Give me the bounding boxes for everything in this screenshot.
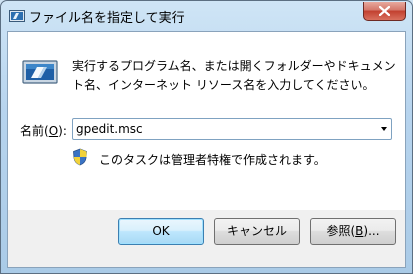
open-combobox[interactable]: gpedit.msc bbox=[72, 118, 392, 140]
instruction-text: 実行するプログラム名、または開くフォルダーやドキュメント名、インターネット リソ… bbox=[72, 59, 396, 92]
uac-shield-icon bbox=[73, 148, 87, 166]
open-label: 名前(O): bbox=[20, 122, 67, 139]
content-area: 実行するプログラム名、または開くフォルダーやドキュメント名、インターネット リソ… bbox=[8, 32, 405, 210]
cancel-button-label: キャンセル bbox=[226, 224, 287, 238]
dropdown-arrow-icon[interactable] bbox=[381, 127, 387, 131]
run-icon bbox=[9, 10, 25, 22]
close-icon bbox=[379, 6, 390, 16]
close-button[interactable] bbox=[363, 2, 406, 21]
open-input[interactable]: gpedit.msc bbox=[76, 122, 143, 136]
dialog-body: 実行するプログラム名、または開くフォルダーやドキュメント名、インターネット リソ… bbox=[7, 31, 406, 268]
ok-button[interactable]: OK bbox=[118, 218, 204, 245]
run-icon bbox=[22, 60, 58, 84]
browse-label-prefix: 参照( bbox=[326, 224, 356, 238]
open-label-prefix: 名前( bbox=[20, 124, 49, 138]
window-title: ファイル名を指定して実行 bbox=[29, 11, 185, 26]
open-label-suffix: ): bbox=[58, 124, 67, 138]
browse-button[interactable]: 参照(B)... bbox=[310, 218, 396, 245]
open-label-accelerator: O bbox=[48, 124, 59, 138]
admin-notice: このタスクは管理者特権で作成されます。 bbox=[99, 153, 326, 167]
browse-label-suffix: )... bbox=[363, 224, 380, 238]
ok-button-label: OK bbox=[152, 224, 170, 238]
title-bar[interactable]: ファイル名を指定して実行 bbox=[1, 1, 412, 31]
cancel-button[interactable]: キャンセル bbox=[214, 218, 300, 245]
run-dialog: ファイル名を指定して実行 実行するプログラム名、または開くフォルダーやドキュメン… bbox=[0, 0, 413, 274]
